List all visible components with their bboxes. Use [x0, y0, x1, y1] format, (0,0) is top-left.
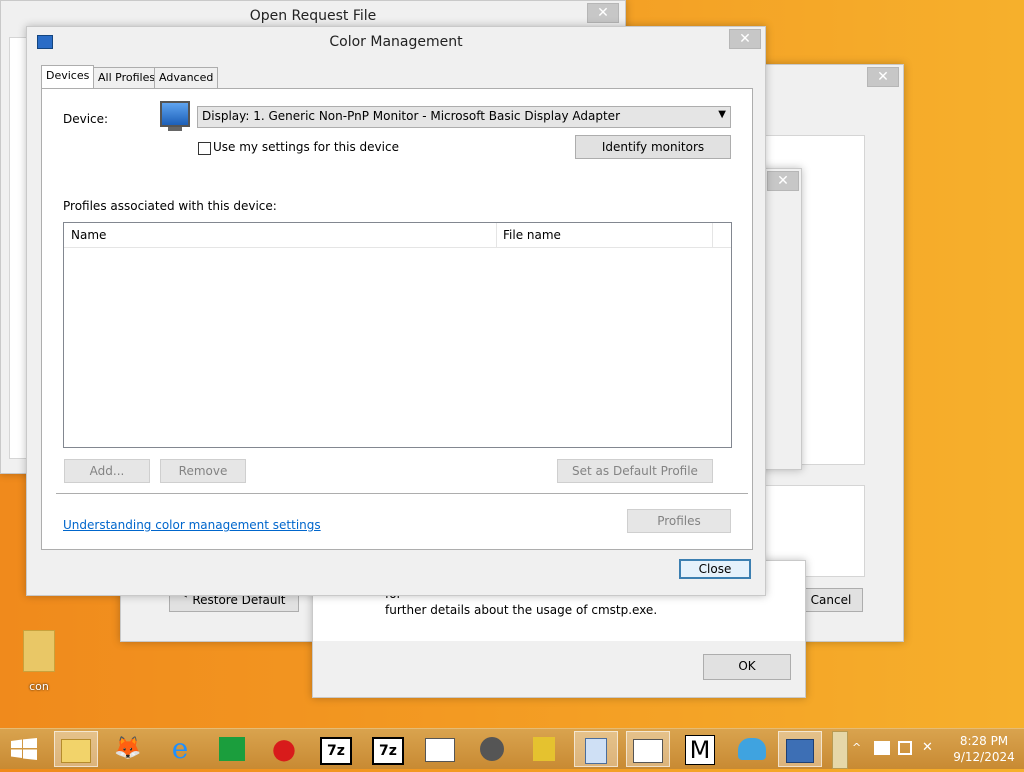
close-button[interactable]: ✕	[867, 67, 899, 87]
cmstp-text: further details about the usage of cmstp…	[385, 603, 658, 617]
device-select-value: Display: 1. Generic Non-PnP Monitor - Mi…	[202, 109, 621, 123]
tray-overflow-icon[interactable]: ^	[852, 741, 861, 754]
device-label: Device:	[63, 112, 109, 126]
7zip-label: 7z	[320, 737, 352, 765]
action-center-flag-icon[interactable]	[874, 741, 890, 755]
seashell-app-icon[interactable]	[730, 731, 774, 767]
m-app-icon[interactable]: M	[678, 731, 722, 767]
7zip-icon[interactable]: 7z	[314, 731, 358, 767]
network-tray-icon[interactable]	[898, 741, 912, 755]
profiles-table: Name File name	[63, 222, 732, 448]
cancel-button[interactable]: Cancel	[799, 588, 863, 612]
window-app-icon[interactable]	[418, 731, 462, 767]
folder-label: con	[29, 680, 49, 693]
7zip-label: 7z	[372, 737, 404, 765]
calculator-icon[interactable]	[574, 731, 618, 767]
column-header-file-name[interactable]: File name	[503, 228, 561, 242]
desktop-folder[interactable]: con	[14, 630, 64, 700]
column-divider	[712, 223, 713, 247]
device-select[interactable]: Display: 1. Generic Non-PnP Monitor - Mi…	[197, 106, 731, 128]
clock-time: 8:28 PM	[959, 734, 1009, 748]
use-settings-checkbox[interactable]	[198, 142, 211, 155]
small-window: ✕	[760, 168, 802, 470]
keys-app-icon[interactable]	[522, 731, 566, 767]
profiles-label: Profiles associated with this device:	[63, 199, 277, 213]
clock-date: 9/12/2024	[953, 750, 1015, 764]
monitor-stand-icon	[168, 127, 182, 131]
m-app-label: M	[685, 735, 715, 765]
tab-devices[interactable]: Devices	[41, 65, 95, 88]
close-button[interactable]: ✕	[587, 3, 619, 23]
start-icon[interactable]	[2, 731, 46, 767]
column-divider	[496, 223, 497, 247]
ok-button[interactable]: OK	[703, 654, 791, 680]
store-icon[interactable]	[210, 731, 254, 767]
monitor-icon	[160, 101, 190, 127]
folder-icon	[23, 630, 55, 672]
chevron-down-icon: ▼	[718, 109, 726, 120]
table-header: Name File name	[64, 223, 731, 248]
network-app-icon[interactable]	[470, 731, 514, 767]
use-settings-label[interactable]: Use my settings for this device	[213, 140, 399, 154]
internet-explorer-icon[interactable]: e	[158, 731, 202, 767]
7zip-icon-2[interactable]: 7z	[366, 731, 410, 767]
column-header-name[interactable]: Name	[71, 228, 106, 242]
taskbar: 🦊 e ● 7z 7z M ^ ✕ 8:28 PM 9/12/2024	[0, 728, 1024, 769]
volume-muted-icon[interactable]: ✕	[922, 741, 936, 755]
network-settings-icon[interactable]	[778, 731, 822, 767]
opera-icon[interactable]: ●	[262, 731, 306, 767]
tab-strip: Devices All Profiles Advanced	[41, 65, 241, 89]
window-app-icon-2[interactable]	[626, 731, 670, 767]
clock[interactable]: 8:28 PM 9/12/2024	[946, 733, 1022, 765]
remove-button[interactable]: Remove	[160, 459, 246, 483]
add-button[interactable]: Add...	[64, 459, 150, 483]
close-button[interactable]: ✕	[729, 29, 761, 49]
identify-monitors-button[interactable]: Identify monitors	[575, 135, 731, 159]
tab-panel: Device: Display: 1. Generic Non-PnP Moni…	[41, 88, 753, 550]
firefox-icon[interactable]: 🦊	[106, 731, 150, 767]
profiles-button[interactable]: Profiles	[627, 509, 731, 533]
dialog-title: Color Management	[329, 34, 463, 50]
color-management-dialog: Color Management ✕ Devices All Profiles …	[26, 26, 766, 596]
taskbar-scroll[interactable]	[832, 731, 848, 769]
understanding-color-management-link[interactable]: Understanding color management settings	[63, 518, 321, 532]
file-explorer-icon[interactable]	[54, 731, 98, 767]
set-default-profile-button[interactable]: Set as Default Profile	[557, 459, 713, 483]
tab-all-profiles[interactable]: All Profiles	[93, 67, 161, 89]
close-dialog-button[interactable]: Close	[679, 559, 751, 579]
tab-advanced[interactable]: Advanced	[154, 67, 219, 89]
close-button[interactable]: ✕	[767, 171, 799, 191]
separator	[56, 493, 748, 494]
